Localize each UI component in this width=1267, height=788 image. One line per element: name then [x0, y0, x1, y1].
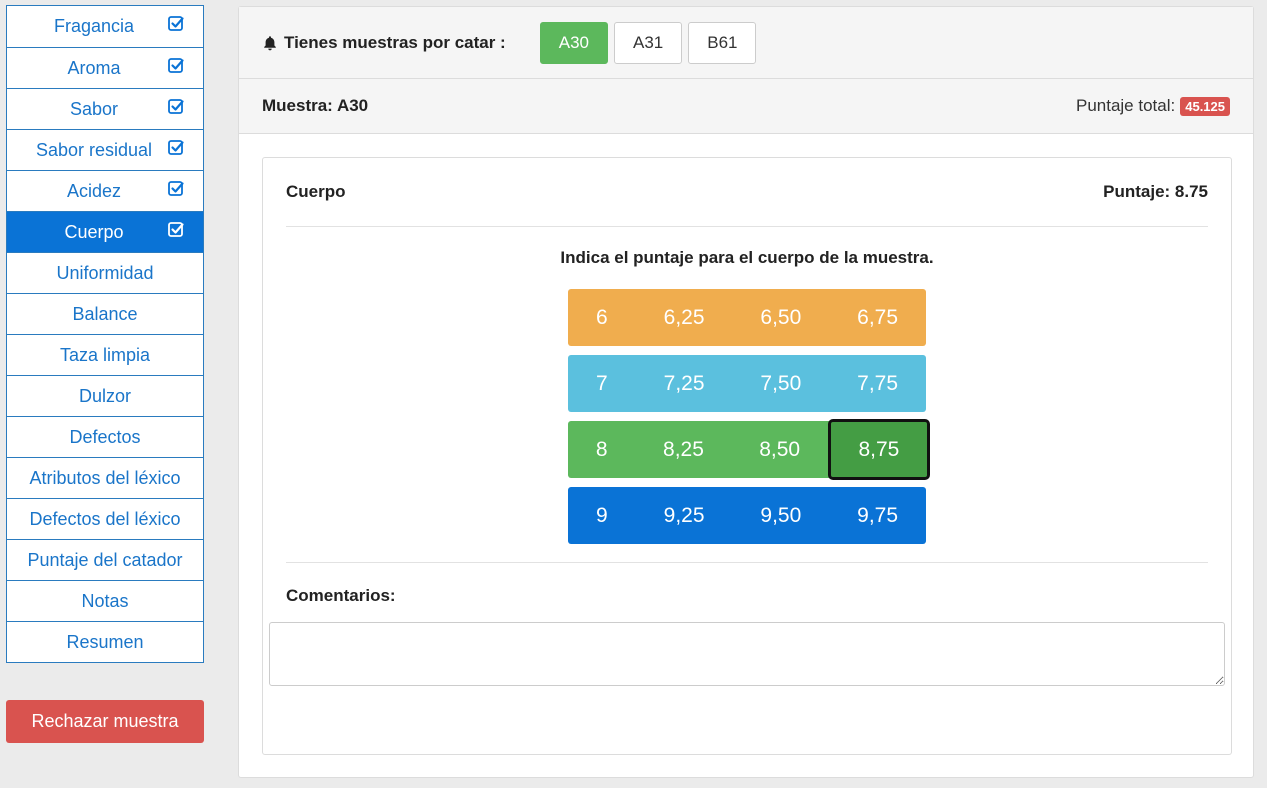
sidebar-item-label: Puntaje del catador: [27, 549, 183, 570]
sample-buttons: A30 A31 B61: [539, 21, 757, 64]
score-option-9-25[interactable]: 9,25: [636, 487, 733, 544]
score-option-9[interactable]: 9: [568, 487, 636, 544]
sidebar-item-taza-limpia[interactable]: Taza limpia: [7, 334, 203, 375]
main-panel: Tienes muestras por catar : A30 A31 B61 Mu…: [238, 6, 1254, 778]
sidebar-item-label: Resumen: [66, 631, 144, 652]
sidebar-item-notas[interactable]: Notas: [7, 580, 203, 621]
attribute-nav: Fragancia Aroma Sabor Sabor residual Acidez C…: [6, 5, 204, 663]
score-grid: 6 6,25 6,50 6,75 7 7,25 7,50 7,75 8 8,25 8,50 8,75 9…: [568, 289, 930, 544]
sample-title: Muestra: A30: [262, 96, 369, 115]
sidebar-item-label: Uniformidad: [56, 262, 154, 283]
score-option-8-75[interactable]: 8,75: [827, 419, 930, 480]
sidebar-item-label: Defectos del léxico: [29, 508, 181, 529]
score-option-8-50[interactable]: 8,50: [732, 421, 828, 478]
total-score: Puntaje total: 45.125: [1076, 96, 1230, 116]
total-score-badge: 45.125: [1180, 96, 1230, 116]
score-option-8-25[interactable]: 8,25: [635, 421, 731, 478]
score-option-7-75[interactable]: 7,75: [829, 355, 926, 412]
score-row-8: 8 8,25 8,50 8,75: [568, 419, 930, 480]
total-score-label: Puntaje total:: [1075, 96, 1176, 115]
sample-button-b61[interactable]: B61: [688, 21, 757, 64]
sidebar-item-acidez[interactable]: Acidez: [7, 170, 203, 211]
divider: [286, 562, 1208, 563]
sample-info-bar: Muestra: A30 Puntaje total: 45.125: [239, 79, 1253, 134]
sidebar-item-label: Balance: [72, 303, 138, 324]
score-row-6: 6 6,25 6,50 6,75: [568, 289, 926, 346]
sidebar-item-resumen[interactable]: Resumen: [7, 621, 203, 662]
sidebar-item-defectos-del-léxico[interactable]: Defectos del léxico: [7, 498, 203, 539]
sidebar-item-dulzor[interactable]: Dulzor: [7, 375, 203, 416]
sidebar-item-balance[interactable]: Balance: [7, 293, 203, 334]
attribute-score: Puntaje: 8.75: [1103, 182, 1208, 201]
sidebar-item-sabor[interactable]: Sabor: [7, 88, 203, 129]
score-row-9: 9 9,25 9,50 9,75: [568, 487, 926, 544]
score-option-9-50[interactable]: 9,50: [732, 487, 829, 544]
score-option-6[interactable]: 6: [568, 289, 636, 346]
sidebar-item-label: Atributos del léxico: [29, 467, 181, 488]
sidebar-item-label: Sabor: [69, 98, 119, 119]
comments-textarea[interactable]: [269, 622, 1225, 686]
score-option-7-50[interactable]: 7,50: [732, 355, 829, 412]
bell-icon: [264, 35, 276, 50]
sidebar-item-fragancia[interactable]: Fragancia: [7, 6, 203, 47]
sidebar-item-atributos-del-léxico[interactable]: Atributos del léxico: [7, 457, 203, 498]
attribute-card: Cuerpo Puntaje: 8.75 Indica el puntaje p…: [262, 157, 1232, 755]
score-option-6-25[interactable]: 6,25: [636, 289, 733, 346]
sidebar-item-label: Defectos: [69, 426, 141, 447]
sample-button-a30[interactable]: A30: [539, 21, 608, 64]
sidebar-item-label: Cuerpo: [64, 221, 124, 242]
sidebar-item-sabor-residual[interactable]: Sabor residual: [7, 129, 203, 170]
sidebar-item-label: Fragancia: [53, 16, 135, 36]
sidebar-item-label: Acidez: [66, 180, 122, 201]
score-option-9-75[interactable]: 9,75: [829, 487, 926, 544]
pending-samples-label: Tienes muestras por catar :: [284, 32, 506, 52]
score-option-7-25[interactable]: 7,25: [636, 355, 733, 412]
instruction-text: Indica el puntaje para el cuerpo de la m…: [560, 248, 934, 267]
sidebar-item-label: Dulzor: [78, 385, 131, 406]
sidebar-item-defectos[interactable]: Defectos: [7, 416, 203, 457]
card-header: Cuerpo Puntaje: 8.75: [286, 158, 1208, 227]
score-option-7[interactable]: 7: [568, 355, 636, 412]
sidebar-item-label: Notas: [81, 590, 129, 611]
comments-label: Comentarios:: [286, 586, 396, 605]
sidebar-item-label: Aroma: [67, 57, 121, 78]
sidebar-item-label: Sabor residual: [35, 139, 153, 160]
pending-samples-bar: Tienes muestras por catar : A30 A31 B61: [239, 7, 1253, 79]
reject-sample-button[interactable]: Rechazar muestra: [6, 700, 204, 743]
sidebar: Fragancia Aroma Sabor Sabor residual Acidez C…: [6, 5, 204, 743]
score-option-8[interactable]: 8: [568, 421, 635, 478]
sample-button-a31[interactable]: A31: [613, 21, 683, 64]
sidebar-item-uniformidad[interactable]: Uniformidad: [7, 252, 203, 293]
sidebar-item-puntaje-del-catador[interactable]: Puntaje del catador: [7, 539, 203, 580]
sidebar-item-cuerpo[interactable]: Cuerpo: [7, 211, 203, 252]
score-option-6-75[interactable]: 6,75: [829, 289, 926, 346]
score-row-7: 7 7,25 7,50 7,75: [568, 355, 926, 412]
sidebar-item-label: Taza limpia: [59, 344, 151, 365]
attribute-title: Cuerpo: [286, 182, 346, 201]
score-option-6-50[interactable]: 6,50: [732, 289, 829, 346]
sidebar-item-aroma[interactable]: Aroma: [7, 47, 203, 88]
